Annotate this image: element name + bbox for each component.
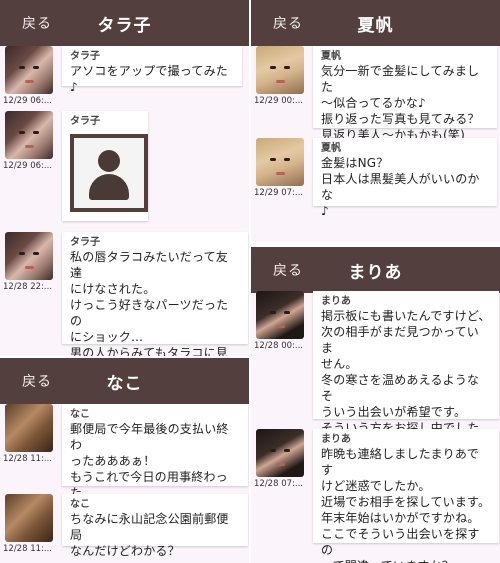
image-attachment[interactable] (70, 134, 148, 212)
sender-name: 夏帆 (321, 143, 341, 154)
avatar[interactable] (5, 494, 53, 542)
message-bubble: 夏帆 金髪はNG？ 日本人は黒髪美人がいいのかな ♪ (313, 138, 497, 218)
message-text: 昨晩も連絡しましたまりあです けど迷惑でしたか。 近場でお相手を探しています。 … (321, 447, 491, 563)
sender-name: タラ子 (70, 237, 100, 248)
chat-header: 戻る 夏帆 (251, 0, 500, 46)
avatar[interactable] (5, 46, 53, 94)
chat-header: 戻る タラ子 (0, 0, 249, 46)
message-time: 12/28 00:... (254, 341, 303, 351)
sender-name: まりあ (321, 434, 351, 445)
message-time: 12/28 11:... (3, 544, 52, 554)
message-bubble: タラ子 私の唇タラコみたいだって友達 にけなされた。 けっこう好きなパーツだった… (62, 232, 248, 356)
chat-header: 戻る まりあ (251, 247, 500, 293)
message-bubble: タラ子 (62, 111, 148, 221)
message-bubble: まりあ 掲示板にも書いたんですけど、 次の相手がまだ見つかっていま せん。 冬の… (313, 291, 499, 467)
sender-name: まりあ (321, 296, 351, 307)
chat-panel-nako: 戻る なこ 12/28 11:... なこ 郵便局で今年最後の支払い終わ ったあ… (0, 358, 249, 563)
message-time: 12/28 07:... (254, 479, 303, 489)
sender-name: 夏帆 (321, 51, 341, 62)
chat-title: 夏帆 (357, 16, 394, 36)
chat-panel-kaho: 戻る 夏帆 12/29 00:... 夏帆 気分一新で金髪にしてみました ～似合… (251, 0, 500, 242)
sender-name: なこ (70, 499, 90, 510)
person-placeholder-icon (74, 138, 144, 208)
chat-panel-tarako: 戻る タラ子 12/29 06:... タラ子 アソコをアップで撮ってみた♪ 1… (0, 0, 249, 356)
sender-name: なこ (70, 409, 90, 420)
message-bubble: 夏帆 気分一新で金髪にしてみました ～似合ってるかな♪ 振り返った写真も見てみる… (313, 46, 497, 142)
message-bubble: なこ 郵便局で今年最後の支払い終わ ったあああぁ！ もうこれで今日の用事終わった… (62, 404, 248, 516)
message-time: 12/28 11:... (3, 454, 52, 464)
chat-title: まりあ (348, 263, 403, 283)
message-text: アソコをアップで撮ってみた♪ (70, 64, 229, 94)
chat-panel-maria: 戻る まりあ 12/28 00:... まりあ 掲示板にも書いたんですけど、 次… (251, 247, 500, 563)
avatar[interactable] (256, 291, 304, 339)
avatar[interactable] (5, 232, 53, 280)
message-time: 12/29 07:... (254, 188, 303, 198)
avatar[interactable] (5, 404, 53, 452)
message-time: 12/29 06:... (3, 96, 52, 106)
message-bubble: まりあ 昨晩も連絡しましたまりあです けど迷惑でしたか。 近場でお相手を探してい… (313, 429, 499, 563)
message-text: 金髪はNG？ 日本人は黒髪美人がいいのかな ♪ (321, 156, 480, 218)
message-time: 12/28 22:... (3, 282, 52, 292)
message-text: 私の唇タラコみたいだって友達 にけなされた。 けっこう好きなパーツだったの にシ… (70, 250, 229, 356)
message-bubble: なこ ちなみに永山記念公園前郵便局 なんだけどわかる？ (62, 494, 248, 558)
chat-title: タラ子 (97, 16, 152, 36)
message-time: 12/29 06:... (3, 161, 52, 171)
sender-name: タラ子 (70, 116, 100, 127)
avatar[interactable] (256, 46, 304, 94)
avatar[interactable] (5, 111, 53, 159)
message-bubble: タラ子 アソコをアップで撮ってみた♪ (62, 46, 242, 94)
message-text: 気分一新で金髪にしてみました ～似合ってるかな♪ 振り返った写真も見てみる？ 見… (321, 64, 480, 142)
message-text: ちなみに永山記念公園前郵便局 なんだけどわかる？ (70, 512, 229, 558)
sender-name: タラ子 (70, 51, 100, 62)
message-time: 12/29 00:... (254, 96, 303, 106)
avatar[interactable] (256, 138, 304, 186)
chat-title: なこ (106, 374, 143, 394)
chat-header: 戻る なこ (0, 358, 249, 404)
avatar[interactable] (256, 429, 304, 477)
